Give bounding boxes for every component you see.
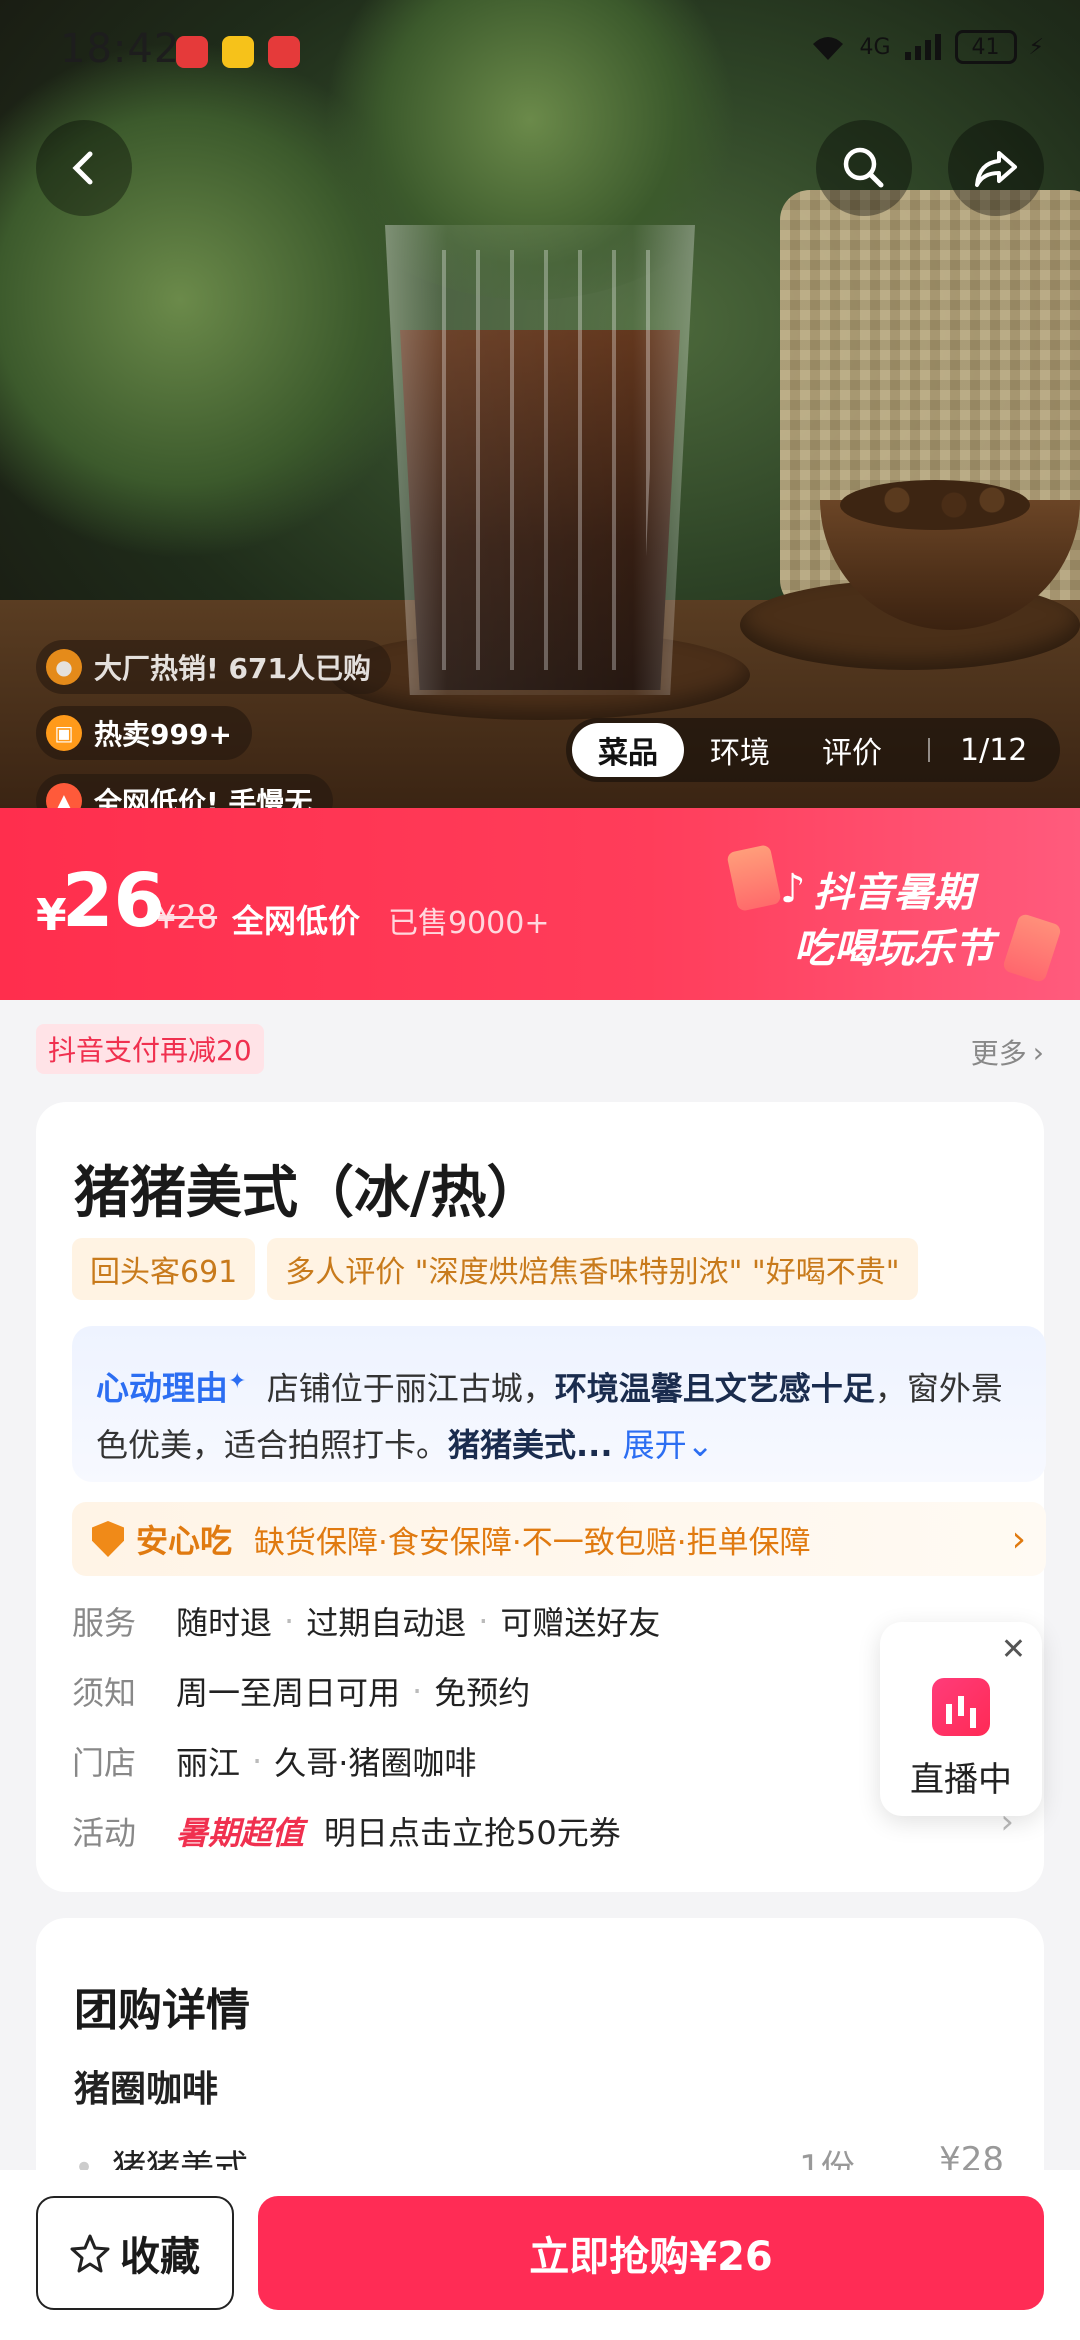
app-notification-icon: [176, 36, 208, 68]
activity-row[interactable]: 活动 暑期超值 明日点击立抢50元券: [72, 1806, 1012, 1856]
network-label: 4G: [859, 34, 891, 60]
original-price: ¥28: [156, 898, 218, 936]
flame-icon: ▲: [46, 783, 82, 810]
product-tags: 回头客691 多人评价 "深度烘焙焦香味特别浓" "好喝不贵": [72, 1238, 918, 1300]
live-float-widget[interactable]: ✕ 直播中: [880, 1622, 1042, 1816]
festival-title-line1: ♪ 抖音暑期: [780, 866, 974, 916]
bag-icon: ▣: [46, 715, 82, 751]
tab-dishes[interactable]: 菜品: [572, 723, 684, 777]
service-label: 服务: [72, 1604, 137, 1642]
more-link[interactable]: 更多 ›: [971, 1032, 1044, 1072]
shield-icon: [92, 1521, 124, 1557]
live-chart-icon: [932, 1678, 990, 1736]
back-button[interactable]: [36, 120, 132, 216]
expand-link[interactable]: 展开: [623, 1426, 687, 1464]
coupon-icon: [1001, 912, 1063, 984]
guarantee-list: 缺货保障·食安保障·不一致包赔·拒单保障: [254, 1524, 811, 1561]
battery-icon: 41: [954, 30, 1017, 64]
buy-now-button[interactable]: 立即抢购¥26: [258, 2196, 1044, 2310]
favorite-button[interactable]: 收藏: [36, 2196, 234, 2310]
current-price: 26: [62, 858, 165, 944]
chevron-left-icon: [72, 151, 93, 185]
share-icon: [975, 151, 1017, 187]
hero-chip: ▣ 热卖999+: [36, 706, 252, 760]
store-label: 门店: [72, 1744, 137, 1782]
reason-title: 心动理由: [96, 1368, 228, 1408]
review-highlight-tag[interactable]: 多人评价 "深度烘焙焦香味特别浓" "好喝不贵": [267, 1238, 918, 1300]
notice-row[interactable]: 须知 周一至周日可用 · 免预约: [72, 1666, 530, 1716]
weibo-icon: [222, 36, 254, 68]
coffee-beans-decor: [840, 480, 1030, 530]
chevron-right-icon: ›: [1011, 1518, 1026, 1560]
live-label: 直播中: [910, 1760, 1012, 1800]
activity-label: 活动: [72, 1814, 137, 1852]
coupon-icon: [726, 844, 782, 912]
festival-title-line2: 吃喝玩乐节: [794, 926, 994, 972]
glass-calligraphy-decor: [420, 250, 660, 670]
lowest-price-label: 全网低价: [232, 902, 361, 940]
douyin-logo-icon: ♪: [780, 866, 806, 912]
star-icon: [70, 2234, 110, 2273]
hero-chip: ● 大厂热销! 671人已购: [36, 640, 391, 694]
sold-count: 已售9000+: [388, 906, 550, 941]
divider: [928, 738, 930, 762]
safe-eat-guarantee[interactable]: 安心吃 缺货保障·食安保障·不一致包赔·拒单保障 ›: [72, 1502, 1046, 1576]
safe-eat-title: 安心吃: [136, 1522, 233, 1560]
product-title: 猪猪美式（冰/热）: [74, 1161, 543, 1226]
hero-chip: ▲ 全网低价! 手慢无: [36, 774, 333, 810]
reason-box[interactable]: 心动理由✦ 店铺位于丽江古城，环境温馨且文艺感十足，窗外景色优美，适合拍照打卡。…: [72, 1326, 1046, 1482]
search-button[interactable]: [816, 120, 912, 216]
close-icon[interactable]: ✕: [1001, 1632, 1026, 1667]
app-notification-icon: [268, 36, 300, 68]
repeat-customer-tag: 回头客691: [72, 1238, 256, 1300]
details-title: 团购详情: [74, 1985, 250, 2036]
chevron-down-icon: ⌄: [686, 1425, 714, 1464]
chevron-right-icon: ›: [1032, 1035, 1044, 1069]
search-icon: [843, 147, 884, 188]
fire-icon: ●: [46, 649, 82, 685]
bottom-action-bar: 收藏 立即抢购¥26: [0, 2170, 1080, 2340]
gallery-counter: 1/12: [960, 732, 1028, 768]
sparkle-icon: ✦: [228, 1369, 247, 1394]
wifi-icon: [812, 37, 843, 60]
tab-reviews[interactable]: 评价: [796, 723, 908, 777]
summer-value-badge: 暑期超值: [176, 1814, 305, 1852]
share-button[interactable]: [948, 120, 1044, 216]
summer-festival-logo: ♪ 抖音暑期 吃喝玩乐节: [726, 838, 1063, 984]
status-bar: 18:42 4G 41 ⚡: [0, 0, 1080, 100]
charging-icon: ⚡: [1028, 34, 1044, 60]
status-time: 18:42: [60, 26, 181, 72]
service-row[interactable]: 服务 随时退 · 过期自动退 · 可赠送好友: [72, 1596, 660, 1646]
tab-environment[interactable]: 环境: [684, 723, 796, 777]
price-banner: ¥ 26 ¥28 全网低价 已售9000+ ♪ 抖音暑期 吃喝玩乐节: [0, 808, 1080, 1000]
payment-discount-tag[interactable]: 抖音支付再减20: [36, 1024, 264, 1074]
hero-image[interactable]: 18:42 4G 41 ⚡ ● 大厂热销! 671人已购 ▣ 热卖999+ ▲ …: [0, 0, 1080, 810]
notice-label: 须知: [72, 1674, 137, 1712]
store-row[interactable]: 门店 丽江 · 久哥·猪圈咖啡: [72, 1736, 476, 1786]
details-store: 猪圈咖啡: [74, 2069, 219, 2110]
gallery-tabs: 菜品 环境 评价 1/12: [566, 718, 1060, 782]
signal-icon: [904, 34, 941, 60]
